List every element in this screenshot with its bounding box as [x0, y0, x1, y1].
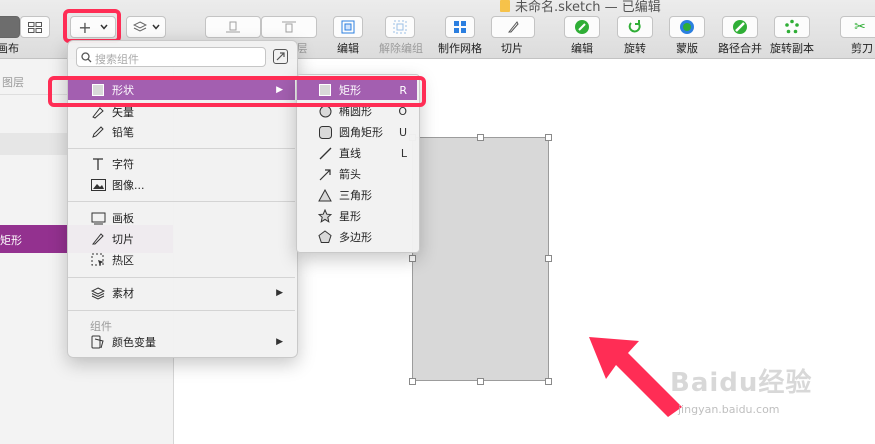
menu-item-text[interactable]: 字符: [68, 154, 295, 174]
component-search-field[interactable]: 搜索组件: [76, 47, 266, 67]
line-icon: [317, 145, 333, 161]
triangle-icon: [317, 187, 333, 203]
canvas-label: 画布: [0, 42, 19, 55]
menu-separator: [68, 277, 295, 278]
menu-item-color-variable[interactable]: 颜色变量 ▶: [68, 332, 295, 352]
color-variable-icon: [90, 334, 106, 350]
chevron-down-icon: [151, 24, 160, 30]
polygon-icon: [317, 229, 333, 245]
ungroup-button[interactable]: [385, 16, 415, 38]
slice-icon: [90, 231, 106, 247]
group-icon: [341, 20, 355, 34]
edit-path-label: 编辑: [571, 42, 593, 55]
external-link-icon: [276, 52, 285, 61]
watermark: Baidu经验 jingyan.baidu.com: [670, 362, 812, 416]
make-grid-icon: [454, 21, 466, 33]
knife-icon: [507, 21, 519, 33]
mask-label: 蒙版: [676, 42, 698, 55]
rounded-rect-icon: [317, 124, 333, 140]
rotate-button[interactable]: [617, 16, 653, 38]
image-icon: [90, 177, 106, 193]
window-title: 未命名.sketch — 已编辑: [500, 0, 661, 15]
menu-item-pencil[interactable]: 铅笔: [68, 122, 295, 142]
resize-handle[interactable]: [545, 378, 552, 385]
text-icon: [90, 156, 106, 172]
menu-item-artboard[interactable]: 画板: [68, 208, 295, 228]
layer-row-label: 矩形: [0, 234, 22, 247]
document-icon: [500, 0, 510, 12]
make-grid-button[interactable]: [445, 16, 475, 38]
resize-handle[interactable]: [477, 134, 484, 141]
menu-item-slice[interactable]: 切片: [68, 229, 295, 249]
submenu-item-rounded-rectangle[interactable]: 圆角矩形 U: [297, 122, 417, 142]
scissors-button[interactable]: ✂: [840, 16, 875, 38]
pencil-icon: [90, 124, 106, 140]
path-merge-icon: [733, 20, 747, 34]
search-icon: [81, 52, 92, 63]
submenu-item-line[interactable]: 直线 L: [297, 143, 417, 163]
resize-handle[interactable]: [545, 134, 552, 141]
ungroup-label: 解除编组: [379, 42, 423, 55]
hotspot-icon: [90, 252, 106, 268]
search-placeholder: 搜索组件: [95, 53, 139, 66]
rotate-label: 旋转: [624, 42, 646, 55]
align-bottom-button[interactable]: [205, 16, 261, 38]
path-merge-label: 路径合并: [718, 42, 762, 55]
menu-item-image[interactable]: 图像...: [68, 175, 295, 195]
grid-icon: [28, 21, 42, 33]
open-library-button[interactable]: [273, 49, 288, 64]
resize-handle[interactable]: [545, 255, 552, 262]
canvas-view-button[interactable]: [0, 16, 20, 38]
edit-path-button[interactable]: [564, 16, 600, 38]
submenu-arrow-icon: ▶: [276, 337, 283, 347]
submenu-arrow-icon: ▶: [276, 288, 283, 298]
insert-button-highlight: [63, 9, 121, 43]
scissors-icon: ✂: [854, 19, 866, 35]
menu-separator: [68, 310, 295, 311]
resize-handle[interactable]: [477, 378, 484, 385]
make-grid-label: 制作网格: [438, 42, 482, 55]
rotate-icon: [628, 20, 641, 33]
slice-button[interactable]: [491, 16, 535, 38]
layers-icon: [90, 285, 106, 301]
edit-label: 编辑: [337, 42, 359, 55]
rotate-copies-button[interactable]: [774, 16, 810, 38]
mask-button[interactable]: [669, 16, 705, 38]
rotate-copies-icon: [785, 19, 799, 34]
layers-stack-icon: [132, 21, 147, 32]
mask-icon: [680, 20, 694, 34]
resize-handle[interactable]: [409, 255, 416, 262]
ungroup-icon: [393, 20, 407, 34]
arrow-icon: [317, 166, 333, 182]
rectangle-shape[interactable]: [412, 137, 549, 381]
path-merge-button[interactable]: [722, 16, 758, 38]
align-top-button[interactable]: [261, 16, 317, 38]
align-bottom-icon: [226, 21, 240, 33]
rotate-copies-label: 旋转副本: [770, 42, 814, 55]
layer-label: 层: [296, 42, 308, 55]
layer-stack-button[interactable]: [126, 16, 166, 38]
menu-item-materials[interactable]: 素材 ▶: [68, 283, 295, 303]
group-button[interactable]: [333, 16, 363, 38]
watermark-brand: Baidu经验: [670, 368, 813, 398]
submenu-item-triangle[interactable]: 三角形: [297, 185, 417, 205]
menu-item-hotspot[interactable]: 热区: [68, 250, 295, 270]
resize-handle[interactable]: [409, 378, 416, 385]
menu-separator: [68, 148, 295, 149]
submenu-item-star[interactable]: 星形: [297, 206, 417, 226]
scissors-label: 剪刀: [851, 42, 873, 55]
submenu-item-polygon[interactable]: 多边形: [297, 227, 417, 247]
align-top-icon: [282, 21, 296, 33]
slice-label: 切片: [501, 42, 523, 55]
artboard-icon: [90, 210, 106, 226]
submenu-item-arrow[interactable]: 箭头: [297, 164, 417, 184]
star-icon: [317, 208, 333, 224]
edit-path-icon: [575, 20, 589, 34]
menu-row-highlight: [48, 76, 426, 107]
menu-separator: [68, 201, 295, 202]
grid-view-button[interactable]: [20, 16, 50, 38]
watermark-url: jingyan.baidu.com: [678, 403, 780, 416]
